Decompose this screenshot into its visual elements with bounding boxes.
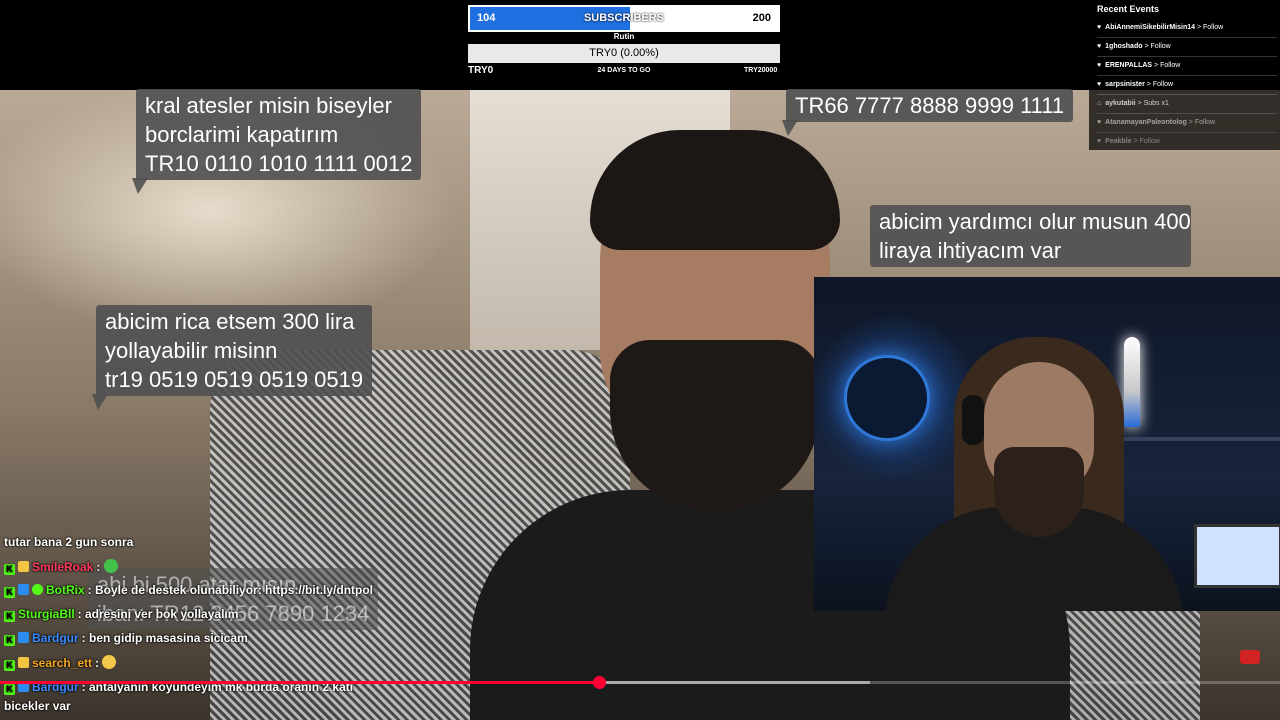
event-item: ♥ AbiAnnemiSikebilirMisin14 > Follow <box>1097 19 1277 38</box>
wall-clock-icon <box>844 355 930 441</box>
bubble-line: TR10 0110 1010 1111 0012 <box>145 151 413 176</box>
bubble-line: borclarimi kapatırım <box>145 122 339 147</box>
tip-goal-days: 24 DAYS TO GO <box>597 67 651 74</box>
chat-text: : Boyle de destek olunabiliyor: https://… <box>87 583 374 597</box>
event-action: > Follow <box>1188 119 1216 126</box>
digital-clock <box>1194 524 1280 588</box>
webcam-overlay <box>814 277 1280 611</box>
bubble-tail <box>92 394 108 410</box>
goal-target: 200 <box>752 12 771 24</box>
event-item: ♥ AtanamayanPaleontolog > Follow <box>1097 114 1277 133</box>
event-item: ♥ sarpsinister > Follow <box>1097 76 1277 95</box>
bubble-line: TR66 7777 8888 9999 1111 <box>795 93 1065 118</box>
bot-badge-icon <box>18 584 29 595</box>
event-user: ERENPALLAS <box>1105 62 1153 69</box>
kick-badge-icon: K <box>4 635 15 646</box>
tip-goal-donor: Rutin <box>613 32 635 41</box>
tip-goal-status: TRY0 (0.00%) <box>468 44 780 63</box>
event-action: > Follow <box>1146 81 1174 88</box>
chat-message: K Bardgur: ben gidip masasina sicicam <box>4 631 248 646</box>
kick-badge-icon: K <box>4 684 15 695</box>
chat-message-continuation: bicekler var <box>4 699 71 713</box>
event-action: > Follow <box>1154 62 1181 69</box>
event-action: > Follow <box>1144 43 1171 50</box>
headset-icon <box>962 395 984 445</box>
subscriber-goal-bar: 104 SUBSCRIBERS 200 <box>468 5 780 32</box>
bubble-line: tr19 0519 0519 0519 0519 <box>105 367 364 392</box>
bubble-line: kral atesler misin biseyler <box>145 93 392 118</box>
event-item: ♥ 1ghoshado > Follow <box>1097 38 1277 57</box>
event-item: ♥ ERENPALLAS > Follow <box>1097 57 1277 76</box>
kick-badge-icon: K <box>4 587 15 598</box>
heart-icon: ♥ <box>1097 138 1102 145</box>
heart-icon: ♥ <box>1097 24 1102 31</box>
speech-bubble: abicim rica etsem 300 lira yollayabilir … <box>92 305 373 410</box>
verified-badge-icon <box>32 584 43 595</box>
event-action: > Follow <box>1196 24 1224 31</box>
chat-username[interactable]: Bardgur <box>32 631 79 645</box>
event-action: > Subs x1 <box>1137 100 1169 107</box>
event-action: > Follow <box>1133 138 1160 145</box>
pikachu-emote-icon <box>102 655 117 669</box>
bubble-tail <box>132 178 148 194</box>
chat-message: K SturgiaBll: adresini ver bok yollayalım <box>4 607 238 622</box>
chat-username[interactable]: SmileRoak <box>32 560 93 574</box>
event-item: ⌂ aykutabii > Subs x1 <box>1097 95 1277 114</box>
speech-bubble: kral atesler misin biseyler borclarimi k… <box>132 89 422 194</box>
youtube-logo-icon <box>1240 650 1260 664</box>
speech-bubble: TR66 7777 8888 9999 1111 <box>782 89 1074 136</box>
event-user: AtanamayanPaleontolog <box>1105 119 1187 126</box>
man-hair <box>590 130 840 250</box>
subscriber-badge-icon <box>18 561 29 572</box>
heart-icon: ♥ <box>1097 62 1102 69</box>
event-item: ♥ Peakble > Follow <box>1097 133 1277 152</box>
tip-goal-high: TRY20000 <box>744 67 778 74</box>
man-beard <box>610 340 820 510</box>
recent-events-title: Recent Events <box>1097 4 1160 14</box>
bubble-line: abicim rica etsem 300 lira <box>105 309 355 334</box>
gift-icon: ⌂ <box>1097 100 1102 107</box>
chat-text: : ben gidip masasina sicicam <box>81 631 248 645</box>
video-progress-fill <box>0 681 600 684</box>
speech-bubble: abicim yardımcı olur musun 400 liraya ih… <box>870 205 1191 267</box>
event-user: sarpsinister <box>1105 81 1145 88</box>
streamer-beard <box>994 447 1084 537</box>
heart-icon: ♥ <box>1097 43 1102 50</box>
chat-text: : <box>96 560 101 574</box>
event-user: Peakble <box>1105 138 1132 145</box>
heart-icon: ♥ <box>1097 119 1102 126</box>
bubble-line: liraya ihtiyacım var <box>879 238 1062 263</box>
bubble-line: abicim yardımcı olur musun 400 <box>879 209 1191 234</box>
chat-message-continuation: tutar bana 2 gun sonra <box>4 535 134 549</box>
bubble-line: yollayabilir misinn <box>105 338 278 363</box>
chat-username[interactable]: search_ett <box>32 656 92 670</box>
lava-lamp <box>1124 337 1140 427</box>
kick-badge-icon: K <box>4 660 15 671</box>
chat-text: : adresini ver bok yollayalım <box>77 607 239 621</box>
emote-icon <box>103 559 118 573</box>
event-user: AbiAnnemiSikebilirMisin14 <box>1105 24 1196 31</box>
kick-badge-icon: K <box>4 564 15 575</box>
mod-badge-icon <box>18 632 29 643</box>
chat-message: K SmileRoak: <box>4 559 118 575</box>
goal-label: SUBSCRIBERS <box>583 12 665 24</box>
chat-message: K BotRix: Boyle de destek olunabiliyor: h… <box>4 583 373 598</box>
chat-username[interactable]: BotRix <box>46 583 85 597</box>
chat-text: : <box>95 656 100 670</box>
kick-badge-icon: K <box>4 611 15 622</box>
heart-icon: ♥ <box>1097 81 1102 88</box>
event-user: aykutabii <box>1105 100 1136 107</box>
subscriber-badge-icon <box>18 657 29 668</box>
chat-message: Ksearch_ett: <box>4 655 117 671</box>
video-scrubber-handle[interactable] <box>593 676 607 689</box>
chat-username[interactable]: SturgiaBll <box>18 607 75 621</box>
bubble-tail <box>782 120 798 136</box>
event-user: 1ghoshado <box>1105 43 1143 50</box>
recent-events-panel: Recent Events ♥ AbiAnnemiSikebilirMisin14… <box>1089 0 1280 152</box>
